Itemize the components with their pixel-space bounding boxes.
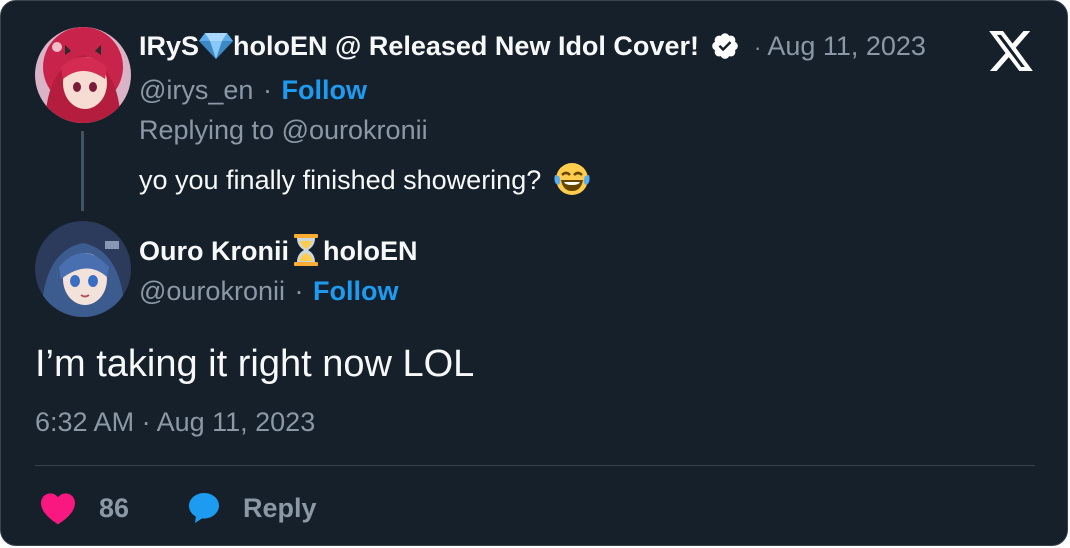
thread-connector-line bbox=[81, 131, 84, 211]
main-tweet-author-row: Ouro Kronii holoEN bbox=[139, 233, 418, 267]
avatar-irys[interactable] bbox=[35, 27, 131, 123]
reply-follow-link[interactable]: Follow bbox=[281, 75, 366, 105]
verified-badge-icon bbox=[712, 33, 739, 59]
heart-icon bbox=[41, 493, 75, 525]
main-author-name-part1[interactable]: Ouro Kronii bbox=[139, 236, 289, 266]
reply-tweet-text: yo you finally finished showering? bbox=[139, 165, 542, 195]
reply-button[interactable]: Reply bbox=[185, 489, 317, 527]
x-logo-icon[interactable] bbox=[989, 31, 1033, 71]
like-count: 86 bbox=[99, 492, 130, 523]
reply-tweet-date[interactable]: Aug 11, 2023 bbox=[767, 31, 926, 61]
main-follow-link[interactable]: Follow bbox=[313, 276, 398, 306]
reply-handle-separator: · bbox=[262, 75, 272, 105]
reply-author-handle[interactable]: @irys_en bbox=[139, 75, 253, 105]
reply-label: Reply bbox=[243, 492, 317, 523]
reply-author-name-part1[interactable]: IRyS bbox=[139, 31, 199, 61]
replying-to-prefix: Replying to bbox=[139, 115, 275, 145]
gem-emoji-icon bbox=[199, 33, 234, 59]
replying-to-handle[interactable]: @ourokronii bbox=[282, 115, 428, 145]
main-author-handle[interactable]: @ourokronii bbox=[139, 276, 285, 306]
embedded-tweet-card: IRyS holoEN @ Released New Idol Cover! · A… bbox=[0, 0, 1068, 546]
replying-to-row: Replying to @ourokronii bbox=[139, 115, 428, 146]
actions-divider bbox=[35, 465, 1035, 466]
reply-tweet-author-row: IRyS holoEN @ Released New Idol Cover! · A… bbox=[139, 31, 926, 62]
hourglass-emoji-icon bbox=[294, 234, 318, 266]
main-tweet-timestamp[interactable]: 6:32 AM · Aug 11, 2023 bbox=[35, 407, 315, 438]
main-tweet-handle-row: @ourokronii · Follow bbox=[139, 276, 398, 307]
main-tweet-text: I’m taking it right now LOL bbox=[35, 343, 475, 385]
main-handle-separator: · bbox=[294, 276, 304, 306]
reply-author-name-part2[interactable]: holoEN @ Released New Idol Cover! bbox=[233, 31, 699, 61]
reply-tweet-text-row: yo you finally finished showering? bbox=[139, 161, 591, 197]
reply-tweet-handle-row: @irys_en · Follow bbox=[139, 75, 367, 106]
speech-bubble-icon bbox=[189, 493, 219, 523]
main-author-name-part2[interactable]: holoEN bbox=[323, 236, 418, 266]
like-button[interactable]: 86 bbox=[39, 489, 129, 527]
avatar-kronii[interactable] bbox=[35, 221, 131, 317]
reply-header-separator: · bbox=[753, 35, 762, 60]
tears-of-joy-emoji-icon bbox=[554, 163, 590, 195]
